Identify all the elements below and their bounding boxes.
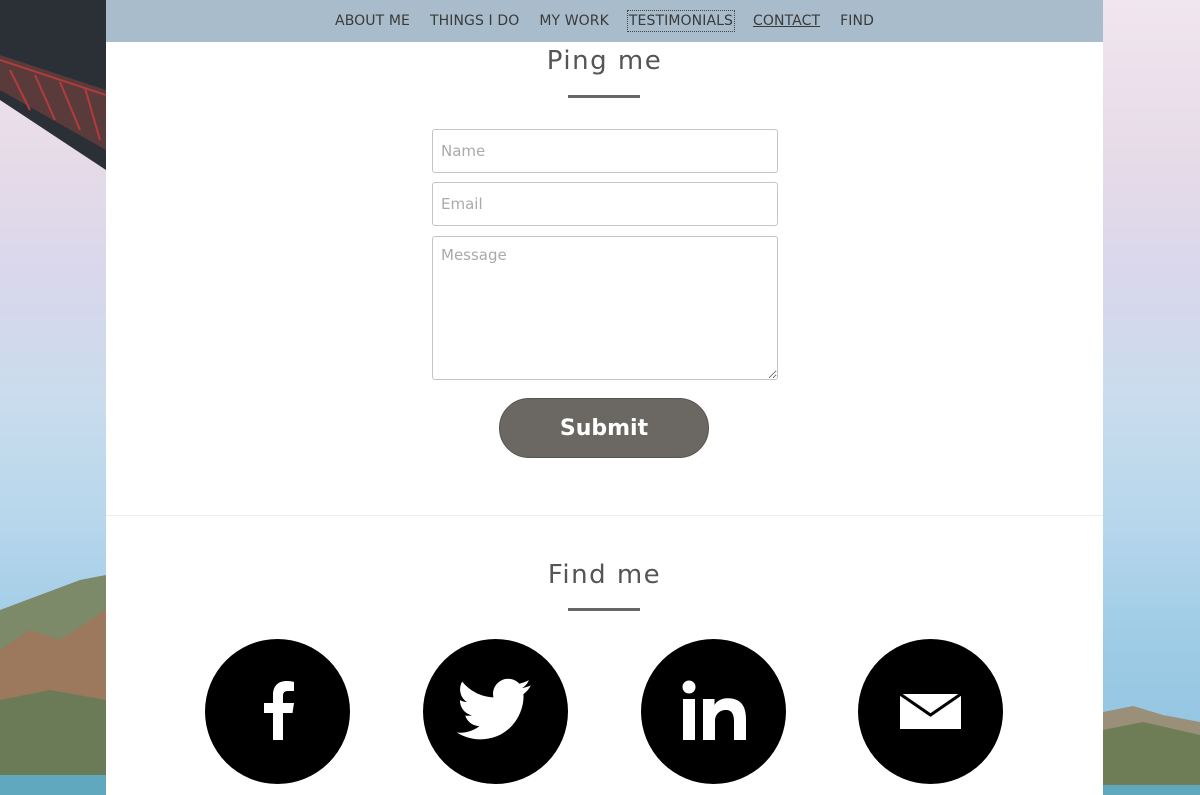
email-field[interactable] [432,182,778,226]
name-field[interactable] [432,129,778,173]
twitter-icon [456,678,531,740]
background-photo-left [0,0,106,795]
ping-title-divider [568,95,640,98]
facebook-link[interactable] [205,639,350,784]
email-link[interactable] [858,639,1003,784]
message-field[interactable] [432,236,778,380]
nav-about-me[interactable]: ABOUT ME [334,11,411,31]
background-photo-right [1103,0,1200,795]
nav-find[interactable]: FIND [839,11,875,31]
nav-my-work[interactable]: MY WORK [538,11,610,31]
linkedin-icon [682,680,746,740]
submit-button[interactable]: Submit [499,398,709,458]
find-title-divider [568,608,640,611]
find-me-title: Find me [547,560,662,590]
nav-contact[interactable]: CONTACT [752,11,821,31]
page-content: ABOUT ME THINGS I DO MY WORK TESTIMONIAL… [106,0,1103,795]
nav-testimonials[interactable]: TESTIMONIALS [626,10,736,32]
ping-me-section: Ping me Submit [106,42,1103,516]
nav-things-i-do[interactable]: THINGS I DO [429,11,520,31]
linkedin-link[interactable] [641,639,786,784]
twitter-link[interactable] [423,639,568,784]
top-navigation: ABOUT ME THINGS I DO MY WORK TESTIMONIAL… [106,0,1103,42]
find-me-section: Find me [106,516,1103,795]
facebook-icon [264,681,294,740]
ping-me-title: Ping me [546,46,663,76]
email-icon [899,692,962,729]
